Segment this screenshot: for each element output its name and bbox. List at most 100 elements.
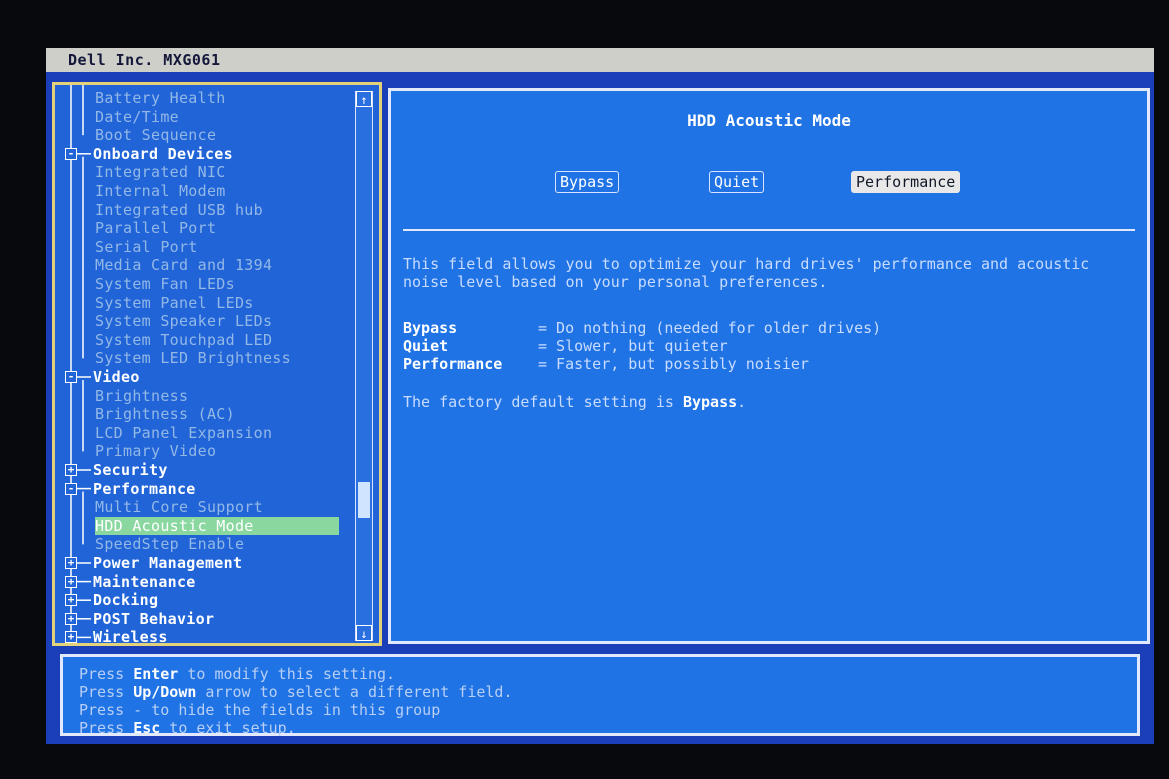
help-text: to exit setup. bbox=[160, 719, 296, 737]
tree-item[interactable]: System Fan LEDs bbox=[95, 275, 235, 293]
tree-item[interactable]: System Speaker LEDs bbox=[95, 312, 272, 330]
definition-term: Performance bbox=[403, 355, 503, 373]
tree-item[interactable]: POST Behavior bbox=[93, 610, 214, 628]
tree-item-label: Integrated NIC bbox=[95, 163, 226, 182]
option-quiet[interactable]: Quiet bbox=[709, 171, 765, 193]
collapse-icon[interactable]: - bbox=[65, 482, 77, 495]
tree-item[interactable]: Power Management bbox=[93, 554, 242, 572]
help-text: Press bbox=[79, 683, 134, 701]
tree-item[interactable]: Maintenance bbox=[93, 573, 196, 591]
tree-item[interactable]: HDD Acoustic Mode bbox=[95, 516, 339, 535]
default-suffix: . bbox=[737, 393, 747, 411]
expand-icon[interactable]: + bbox=[65, 631, 77, 644]
tree-item[interactable]: Wireless bbox=[93, 628, 168, 646]
definition-text: = Do nothing (needed for older drives) bbox=[538, 319, 882, 337]
tree-item[interactable]: Video bbox=[93, 368, 140, 386]
setting-description: This field allows you to optimize your h… bbox=[403, 255, 1090, 291]
expand-icon[interactable]: + bbox=[65, 612, 77, 625]
tree-item[interactable]: Serial Port bbox=[95, 238, 198, 256]
help-text: Press bbox=[79, 719, 134, 737]
tree-item[interactable]: Parallel Port bbox=[95, 219, 216, 237]
help-line: Press Esc to exit setup. bbox=[79, 719, 296, 737]
tree-item-label: Multi Core Support bbox=[95, 498, 263, 517]
definition-term: Quiet bbox=[403, 337, 449, 355]
tree-item[interactable]: System Panel LEDs bbox=[95, 294, 254, 312]
definition-term: Bypass bbox=[403, 319, 458, 337]
tree-item[interactable]: Integrated NIC bbox=[95, 163, 226, 181]
tree-item-label: Video bbox=[93, 368, 140, 386]
tree-item[interactable]: SpeedStep Enable bbox=[95, 535, 244, 553]
tree-item-label: Brightness (AC) bbox=[95, 405, 235, 424]
tree-item-label: Brightness bbox=[95, 386, 189, 405]
definition-quiet: Quiet = Slower, but quieter bbox=[403, 337, 728, 355]
tree-item-label: HDD Acoustic Mode bbox=[95, 516, 254, 535]
tree-item-label: System Panel LEDs bbox=[95, 293, 254, 312]
tree-item-label: Maintenance bbox=[93, 572, 196, 591]
definition-bypass: Bypass = Do nothing (needed for older dri… bbox=[403, 319, 881, 337]
tree-item[interactable]: Date/Time bbox=[95, 108, 179, 126]
tree-item[interactable]: Onboard Devices bbox=[93, 145, 233, 163]
tree-scrollbar[interactable]: ↑ ↓ bbox=[355, 91, 373, 641]
tree-item-label: Date/Time bbox=[95, 107, 179, 126]
option-performance[interactable]: Performance bbox=[851, 171, 961, 193]
help-key: Up/Down bbox=[133, 683, 197, 701]
tree-item[interactable]: Internal Modem bbox=[95, 182, 226, 200]
definition-text: = Faster, but possibly noisier bbox=[538, 355, 809, 373]
default-value: Bypass bbox=[682, 393, 738, 411]
window-title: Dell Inc. MXG061 bbox=[46, 48, 1154, 72]
collapse-icon[interactable]: - bbox=[65, 147, 77, 160]
tree-item-label: Integrated USB hub bbox=[95, 200, 263, 219]
tree-item-label: Power Management bbox=[93, 554, 243, 572]
definition-performance: Performance = Faster, but possibly noisie… bbox=[403, 355, 809, 373]
scroll-up-arrow-icon[interactable]: ↑ bbox=[356, 91, 372, 107]
tree-item-label: Boot Sequence bbox=[95, 126, 217, 145]
tree-item[interactable]: Multi Core Support bbox=[95, 498, 263, 516]
expand-icon[interactable]: + bbox=[65, 557, 77, 569]
tree-item[interactable]: System LED Brightness bbox=[95, 349, 291, 367]
tree-item[interactable]: Security bbox=[93, 461, 168, 479]
tree-item[interactable]: Brightness bbox=[95, 387, 188, 405]
setting-detail-panel: HDD Acoustic Mode Bypass Quiet Performan… bbox=[388, 88, 1150, 644]
tree-item-label: Internal Modem bbox=[95, 182, 226, 200]
main-area: Battery Health Date/Time Boot Sequence Onbo… bbox=[52, 82, 1150, 646]
tree-item[interactable]: Boot Sequence bbox=[95, 126, 216, 144]
tree-item[interactable]: Performance bbox=[93, 480, 196, 498]
help-line: Press - to hide the fields in this group bbox=[79, 701, 440, 719]
expand-icon[interactable]: + bbox=[65, 464, 77, 476]
scrollbar-thumb[interactable] bbox=[358, 481, 370, 518]
tree-item[interactable]: Primary Video bbox=[95, 442, 216, 460]
help-line: Press Enter to modify this setting. bbox=[79, 665, 395, 683]
tree-item-label: Battery Health bbox=[95, 89, 226, 107]
setting-title: HDD Acoustic Mode bbox=[687, 111, 851, 130]
tree-item[interactable]: System Touchpad LED bbox=[95, 331, 272, 349]
tree-item[interactable]: Battery Health bbox=[95, 89, 226, 107]
help-text: Press bbox=[79, 665, 134, 683]
expand-icon[interactable]: + bbox=[65, 575, 77, 588]
tree-item-label: Parallel Port bbox=[95, 219, 217, 238]
tree-item[interactable]: LCD Panel Expansion bbox=[95, 424, 272, 442]
tree-item-label: Docking bbox=[93, 591, 159, 610]
tree-item[interactable]: Docking bbox=[93, 591, 158, 609]
collapse-icon[interactable]: - bbox=[65, 371, 77, 383]
divider bbox=[403, 229, 1135, 231]
settings-tree-panel: Battery Health Date/Time Boot Sequence Onbo… bbox=[52, 82, 382, 646]
tree-item-label: Security bbox=[93, 461, 168, 479]
scroll-down-arrow-icon[interactable]: ↓ bbox=[356, 625, 372, 641]
tree-item-label: Media Card and 1394 bbox=[95, 256, 273, 275]
help-text: arrow to select a different field. bbox=[196, 683, 513, 701]
help-key: Esc bbox=[133, 719, 161, 737]
tree-item-label: System Fan LEDs bbox=[95, 275, 235, 293]
option-bypass[interactable]: Bypass bbox=[555, 171, 620, 193]
tree-item-label: System LED Brightness bbox=[95, 349, 291, 368]
expand-icon[interactable]: + bbox=[65, 594, 77, 607]
help-text: Press - to hide the fields in this group bbox=[79, 701, 441, 719]
tree-item[interactable]: Integrated USB hub bbox=[95, 201, 263, 219]
tree-item-label: Primary Video bbox=[95, 442, 217, 461]
tree-item-label: Serial Port bbox=[95, 237, 198, 256]
default-setting-note: The factory default setting is Bypass. bbox=[403, 393, 746, 411]
tree-item-label: LCD Panel Expansion bbox=[95, 423, 273, 442]
tree-item[interactable]: Brightness (AC) bbox=[95, 405, 235, 423]
tree-item[interactable]: Media Card and 1394 bbox=[95, 256, 272, 274]
help-key: Enter bbox=[133, 665, 179, 683]
tree-item-label: Onboard Devices bbox=[93, 144, 233, 163]
